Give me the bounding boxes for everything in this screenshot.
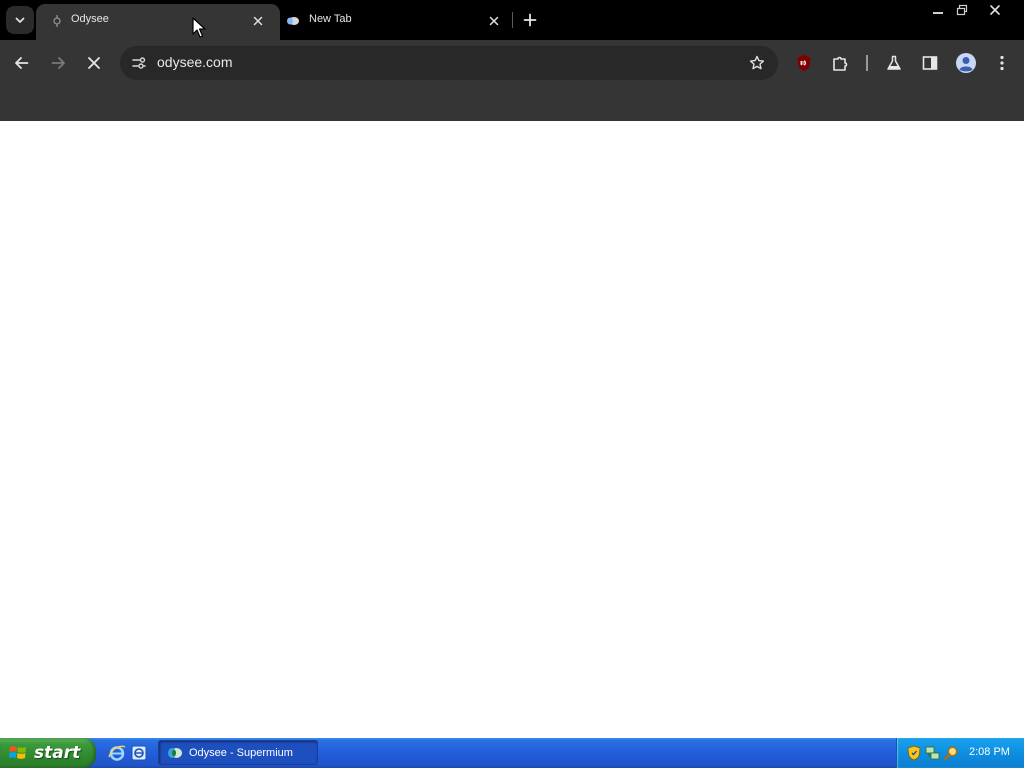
start-label: start [34,743,81,763]
back-icon [15,57,29,69]
site-info-button[interactable] [126,50,152,76]
extensions-icon [833,56,848,71]
page-content[interactable] [0,121,1024,738]
mouse-cursor-icon [192,17,206,38]
ublock-icon [797,55,811,71]
restore-icon [956,4,968,15]
restore-button[interactable] [950,0,974,19]
address-bar[interactable]: odysee.com [120,46,778,80]
close-icon[interactable] [486,13,502,29]
extensions-button[interactable] [826,49,854,77]
minimize-icon [933,11,943,14]
stop-loading-icon [88,57,100,69]
profile-icon [956,53,976,73]
supermium-icon [168,747,182,758]
tab-odysee[interactable]: Odysee [36,4,280,40]
odysee-favicon-icon [50,14,64,28]
title-bar: Odysee New Tab [0,0,1024,40]
new-tab-button[interactable] [518,8,542,32]
back-button[interactable] [8,49,36,77]
side-panel-icon [922,56,938,70]
close-icon [990,4,1000,15]
bookmark-star-icon [749,55,765,70]
stop-loading-button[interactable] [80,49,108,77]
labs-flask-icon [887,55,901,70]
clock[interactable]: 2:08 PM [969,746,1010,758]
plus-icon [523,13,537,27]
tab-title: New Tab [309,13,352,25]
bookmark-button[interactable] [744,50,770,76]
chevron-down-icon [15,17,25,23]
quicklaunch-ie-button[interactable] [108,744,126,762]
start-button[interactable]: start [0,738,96,768]
bookmarks-bar [0,86,1024,121]
security-shield-icon[interactable] [906,745,922,761]
taskbar-window-label: Odysee - Supermium [189,746,293,759]
tab-search-button[interactable] [6,6,34,34]
browser-quicklaunch-icon [131,745,147,761]
menu-button[interactable] [988,49,1016,77]
forward-button[interactable] [44,49,72,77]
internet-explorer-icon [108,745,126,761]
side-panel-button[interactable] [916,49,944,77]
browser-toolbar: odysee.com [0,40,1024,86]
minimize-button[interactable] [926,0,950,19]
tab-divider [512,12,513,28]
close-icon[interactable] [250,13,266,29]
close-window-button[interactable] [974,0,1016,19]
taskbar: start Odysee - Supermium 2:08 PM [0,738,1024,768]
tab-title: Odysee [71,13,109,25]
ublock-extension-button[interactable] [790,49,818,77]
supermium-favicon-icon [286,14,300,28]
taskbar-window-button[interactable]: Odysee - Supermium [158,740,318,765]
network-icon[interactable] [925,745,941,761]
menu-icon [1000,55,1004,71]
windows-logo-icon [9,746,26,759]
search-icon[interactable] [943,745,959,761]
window-controls [926,0,1016,20]
forward-icon [51,57,65,69]
quicklaunch-browser-button[interactable] [130,744,148,762]
url-text[interactable]: odysee.com [157,54,232,70]
toolbar-separator [866,55,868,71]
site-info-icon [132,57,146,69]
labs-button[interactable] [880,49,908,77]
tab-new-tab[interactable]: New Tab [280,4,510,40]
system-tray: 2:08 PM [896,738,1024,768]
profile-button[interactable] [952,49,980,77]
